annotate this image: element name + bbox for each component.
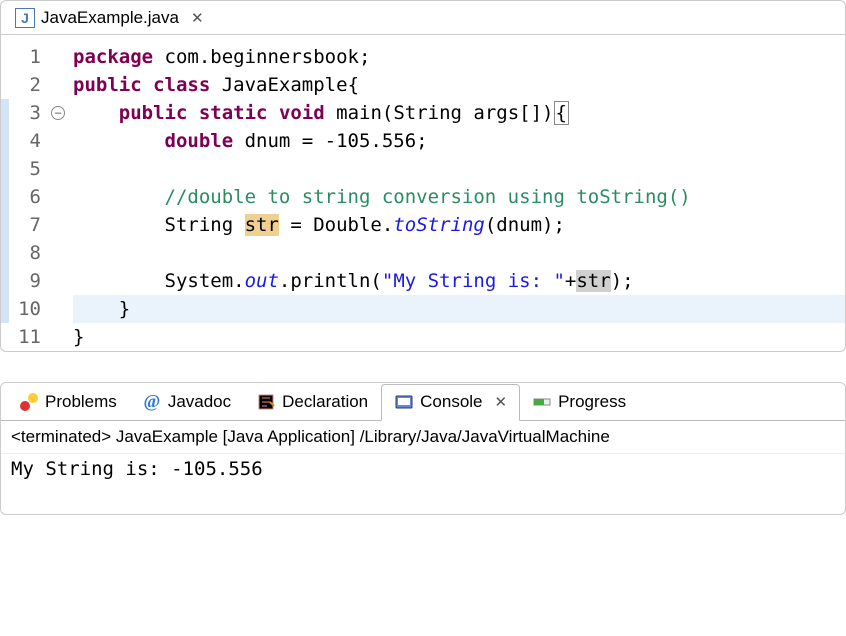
java-file-icon: J — [15, 8, 35, 28]
gutter-marker-strip — [1, 43, 9, 351]
line-number: 3 — [9, 99, 43, 127]
fold-gutter: − — [49, 43, 67, 351]
console-header: <terminated> JavaExample [Java Applicati… — [1, 421, 845, 454]
bottom-panel: Problems @ Javadoc Declaration Console ✕… — [0, 382, 846, 515]
code-line[interactable] — [73, 155, 845, 183]
line-number: 2 — [9, 71, 43, 99]
tab-label: Declaration — [282, 392, 368, 412]
editor-panel: J JavaExample.java ✕ 1 2 3 4 5 6 7 — [0, 0, 846, 352]
line-number: 6 — [9, 183, 43, 211]
tab-problems[interactable]: Problems — [7, 383, 130, 420]
line-number: 9 — [9, 267, 43, 295]
declaration-icon — [256, 392, 276, 412]
code-line[interactable]: public static void main(String args[]){ — [73, 99, 845, 127]
code-line[interactable] — [73, 239, 845, 267]
problems-icon — [19, 392, 39, 412]
code-line[interactable]: double dnum = -105.556; — [73, 127, 845, 155]
tab-label: Console — [420, 392, 482, 412]
console-icon — [394, 392, 414, 412]
close-icon[interactable]: ✕ — [191, 9, 204, 27]
editor-tab-label: JavaExample.java — [41, 8, 179, 28]
editor-tab-bar: J JavaExample.java ✕ — [1, 1, 845, 35]
progress-icon — [532, 392, 552, 412]
javadoc-icon: @ — [142, 392, 162, 412]
tab-label: Javadoc — [168, 392, 231, 412]
line-number: 5 — [9, 155, 43, 183]
console-output[interactable]: My String is: -105.556 — [1, 454, 845, 514]
code-line[interactable]: } — [73, 323, 845, 351]
tab-label: Progress — [558, 392, 626, 412]
tab-label: Problems — [45, 392, 117, 412]
fold-collapse-icon[interactable]: − — [51, 106, 65, 120]
code-line[interactable]: } — [73, 295, 845, 323]
tab-progress[interactable]: Progress — [520, 383, 639, 420]
code-line[interactable]: System.out.println("My String is: "+str)… — [73, 267, 845, 295]
line-number: 7 — [9, 211, 43, 239]
code-line[interactable]: package com.beginnersbook; — [73, 43, 845, 71]
code-line[interactable]: String str = Double.toString(dnum); — [73, 211, 845, 239]
close-icon[interactable]: ✕ — [495, 393, 508, 411]
code-area[interactable]: 1 2 3 4 5 6 7 8 9 10 11 − package co — [1, 35, 845, 351]
line-number-gutter: 1 2 3 4 5 6 7 8 9 10 11 — [9, 43, 49, 351]
code-line[interactable]: //double to string conversion using toSt… — [73, 183, 845, 211]
editor-tab-javaexample[interactable]: J JavaExample.java ✕ — [7, 4, 212, 32]
line-number: 1 — [9, 43, 43, 71]
code-content[interactable]: package com.beginnersbook; public class … — [67, 43, 845, 351]
tab-javadoc[interactable]: @ Javadoc — [130, 383, 244, 420]
line-number: 10 — [9, 295, 43, 323]
tab-console[interactable]: Console ✕ — [381, 384, 520, 421]
code-line[interactable]: public class JavaExample{ — [73, 71, 845, 99]
line-number: 8 — [9, 239, 43, 267]
line-number: 4 — [9, 127, 43, 155]
tab-declaration[interactable]: Declaration — [244, 383, 381, 420]
line-number: 11 — [9, 323, 43, 351]
bottom-tab-bar: Problems @ Javadoc Declaration Console ✕… — [1, 383, 845, 421]
